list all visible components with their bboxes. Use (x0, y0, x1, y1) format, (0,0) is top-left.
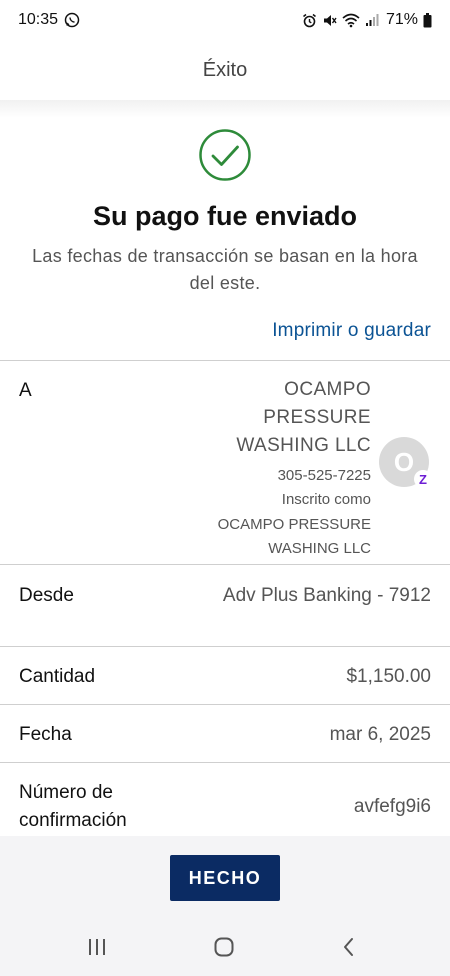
enrolled-as-line: WASHING LLC (268, 540, 371, 557)
confirmation-label: Número de confirmación (19, 782, 127, 831)
date-label: Fecha (19, 724, 72, 745)
amount-label: Cantidad (19, 666, 96, 687)
from-value: Adv Plus Banking - 7912 (222, 585, 431, 606)
recipient-phone: 305-525-7225 (277, 467, 371, 484)
home-icon[interactable] (209, 934, 239, 960)
done-button[interactable]: HECHO (170, 855, 280, 901)
payment-success-screen: 10:35 71% Éxito Su pago fue enviado Las … (0, 0, 450, 976)
header-shadow (0, 100, 450, 118)
success-subtitle: Las fechas de transacción se basan en la… (32, 246, 418, 293)
enrolled-as-line: OCAMPO PRESSURE (217, 515, 371, 533)
to-label: A (19, 380, 32, 401)
zelle-badge-icon: Z (414, 470, 432, 488)
success-title: Su pago fue enviado (92, 201, 358, 231)
status-right: 71% (302, 11, 432, 29)
signal-icon (365, 13, 379, 27)
divider (0, 646, 450, 647)
alarm-icon (302, 13, 317, 28)
whatsapp-icon (64, 12, 80, 28)
battery-icon (423, 12, 432, 28)
amount-value: $1,150.00 (346, 666, 431, 687)
back-icon[interactable] (334, 934, 364, 960)
print-or-save-link[interactable]: Imprimir o guardar (272, 320, 431, 342)
recipient-details: OCAMPO PRESSURE WASHING LLC 305-525-7225… (151, 376, 371, 560)
status-time: 10:35 (18, 11, 59, 28)
from-label: Desde (19, 585, 74, 606)
page-title: Éxito (202, 58, 248, 81)
success-check-icon (198, 128, 252, 182)
recent-apps-icon[interactable] (82, 934, 112, 960)
status-left: 10:35 (18, 11, 80, 29)
confirmation-value: avfefg9i6 (353, 796, 431, 817)
system-nav-bar (0, 916, 450, 976)
divider (0, 564, 450, 565)
enrolled-as-line: Inscrito como (281, 491, 371, 508)
divider (0, 762, 450, 763)
divider (0, 704, 450, 705)
divider (0, 360, 450, 361)
mute-icon (322, 13, 337, 28)
date-value: mar 6, 2025 (329, 724, 431, 745)
wifi-icon (342, 13, 360, 28)
status-bar: 10:35 71% (0, 0, 450, 40)
recipient-name-line: PRESSURE (263, 407, 371, 428)
recipient-name-line: OCAMPO (284, 379, 371, 400)
app-header: Éxito (0, 40, 450, 100)
recipient-name-line: WASHING LLC (236, 435, 371, 456)
battery-percent: 71% (385, 11, 418, 28)
